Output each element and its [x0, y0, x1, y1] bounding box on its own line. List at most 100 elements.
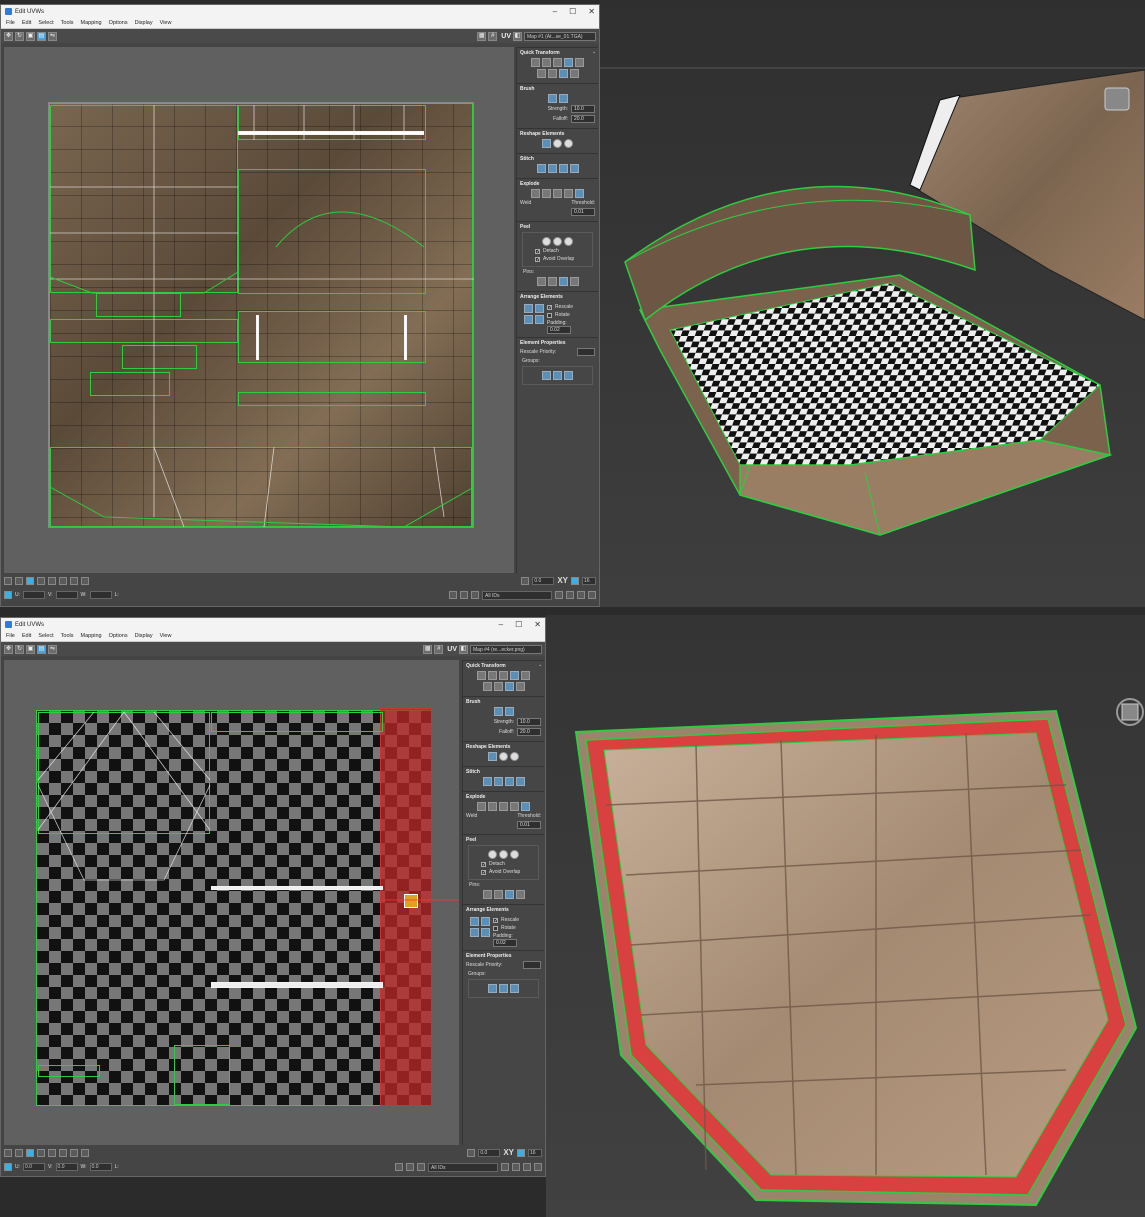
grow-icon[interactable]	[48, 1148, 56, 1157]
move-tool-icon[interactable]: ✥	[4, 31, 13, 41]
u-field[interactable]: 0.0	[23, 1163, 45, 1171]
stitch-source-icon[interactable]	[493, 777, 503, 786]
close-button[interactable]: ✕	[588, 5, 595, 18]
group-select-icon[interactable]	[564, 371, 573, 380]
paint-move-icon[interactable]	[547, 94, 557, 103]
select-edge-icon[interactable]	[15, 1148, 23, 1157]
reset-peel-icon[interactable]	[564, 237, 573, 246]
ring-icon[interactable]	[81, 576, 89, 585]
id-filter-dropdown[interactable]: All IDs	[482, 590, 552, 600]
peel-title[interactable]: Peel	[520, 224, 530, 230]
scale-tool-icon[interactable]: ▣	[26, 31, 35, 41]
align-icon[interactable]	[531, 58, 540, 67]
straighten-selection-icon[interactable]	[488, 752, 497, 761]
group-remove-icon[interactable]	[499, 984, 508, 993]
stitch-custom-icon[interactable]	[536, 164, 546, 173]
soft-value-field[interactable]: 0.0	[532, 576, 555, 585]
pin-icon[interactable]	[482, 890, 492, 899]
u-field[interactable]	[23, 591, 45, 599]
hide-icon[interactable]	[460, 591, 468, 599]
rescale-checkbox[interactable]: ✓	[493, 917, 498, 923]
absolute-mode-icon[interactable]	[4, 1163, 12, 1171]
arrange-title[interactable]: Arrange Elements	[466, 907, 509, 913]
reset-peel-icon[interactable]	[510, 850, 519, 859]
pivot-icon[interactable]	[515, 682, 525, 691]
arrange-title[interactable]: Arrange Elements	[520, 294, 563, 300]
menu-display[interactable]: Display	[135, 20, 153, 26]
group-add-icon[interactable]	[488, 984, 497, 993]
snowflake-icon[interactable]	[417, 1163, 425, 1171]
threshold-spinner[interactable]: 0.01	[517, 821, 541, 829]
linear-align-icon[interactable]	[493, 682, 503, 691]
element-props-title[interactable]: Element Properties	[466, 953, 512, 959]
zoom-extents-icon[interactable]	[577, 591, 585, 599]
relax-icon[interactable]	[553, 139, 562, 148]
v-field[interactable]: 0.0	[55, 1163, 78, 1171]
element-props-title[interactable]: Element Properties	[520, 340, 566, 346]
rescale-priority-spinner[interactable]	[523, 961, 541, 969]
zoom-icon[interactable]	[566, 591, 574, 599]
unpin-icon[interactable]	[493, 890, 503, 899]
minimize-button[interactable]: –	[499, 618, 503, 631]
pack-together-icon[interactable]	[470, 928, 479, 937]
quick-peel-icon[interactable]	[488, 850, 497, 859]
rotate-tool-icon[interactable]: ↻	[15, 31, 24, 41]
select-element-icon[interactable]	[37, 576, 45, 585]
checker-toggle-icon[interactable]: ▦	[477, 31, 487, 41]
map-icon[interactable]: ◧	[513, 31, 522, 41]
zoom-extents-icon[interactable]	[523, 1163, 531, 1171]
menu-view[interactable]: View	[160, 633, 172, 639]
lock-icon[interactable]	[449, 591, 457, 599]
break-icon[interactable]	[531, 189, 540, 198]
shrink-icon[interactable]	[59, 576, 67, 585]
straighten-selection-icon[interactable]	[542, 139, 551, 148]
menu-options[interactable]: Options	[109, 20, 128, 26]
rotate-tool-icon[interactable]: ↻	[15, 644, 24, 654]
grid-value-field[interactable]: 16	[528, 1148, 542, 1157]
falloff-spinner[interactable]: 20.0	[517, 728, 541, 736]
align-h-icon[interactable]	[488, 671, 497, 680]
grow-icon[interactable]	[48, 576, 56, 585]
map-icon[interactable]: ◧	[459, 644, 468, 654]
freeform-tool-icon[interactable]: ▤	[37, 31, 46, 41]
relax-brush-icon[interactable]	[504, 707, 514, 716]
flatten-settings-icon[interactable]	[521, 802, 530, 811]
pan-icon[interactable]	[501, 1163, 509, 1171]
scale-tool-icon[interactable]: ▣	[26, 644, 35, 654]
quick-peel-icon[interactable]	[542, 237, 551, 246]
map-select-dropdown[interactable]: Map #1 (At...se_01.TGA)	[524, 31, 596, 41]
help-icon[interactable]	[588, 591, 596, 599]
quick-transform-title[interactable]: Quick Transform	[520, 50, 560, 56]
padding-spinner[interactable]: 0.02	[547, 326, 571, 334]
stitch-title[interactable]: Stitch	[466, 769, 480, 775]
help-icon[interactable]	[534, 1163, 542, 1171]
align-h-icon[interactable]	[542, 58, 551, 67]
lock-icon[interactable]	[395, 1163, 403, 1171]
checker-toggle-icon[interactable]: ▦	[423, 644, 433, 654]
select-face-icon[interactable]	[26, 576, 34, 585]
grid-toggle-icon[interactable]: #	[488, 31, 498, 41]
shrink-icon[interactable]	[59, 1148, 67, 1157]
flatten-icon[interactable]	[499, 802, 508, 811]
pack-together-icon[interactable]	[524, 315, 533, 324]
falloff-spinner[interactable]: 20.0	[571, 115, 595, 123]
break-icon[interactable]	[477, 802, 486, 811]
menu-options[interactable]: Options	[109, 633, 128, 639]
menu-tools[interactable]: Tools	[61, 20, 74, 26]
freeform-tool-icon[interactable]: ▤	[37, 644, 46, 654]
detach-edge-icon[interactable]	[542, 189, 551, 198]
strength-spinner[interactable]: 10.0	[571, 105, 595, 113]
paint-move-icon[interactable]	[493, 707, 503, 716]
bottom-3d-viewport[interactable]	[546, 615, 1145, 1217]
hide-icon[interactable]	[406, 1163, 414, 1171]
snowflake-icon[interactable]	[471, 591, 479, 599]
align-icon[interactable]	[477, 671, 486, 680]
rotate-90-icon[interactable]	[564, 58, 573, 67]
quick-transform-title[interactable]: Quick Transform	[466, 663, 506, 669]
rotate-checkbox[interactable]	[547, 312, 552, 318]
menu-mapping[interactable]: Mapping	[81, 633, 102, 639]
grid-icon[interactable]	[517, 1148, 525, 1157]
select-edge-icon[interactable]	[15, 576, 23, 585]
peel-mode-icon[interactable]	[499, 850, 508, 859]
stitch-target-icon[interactable]	[515, 777, 525, 786]
